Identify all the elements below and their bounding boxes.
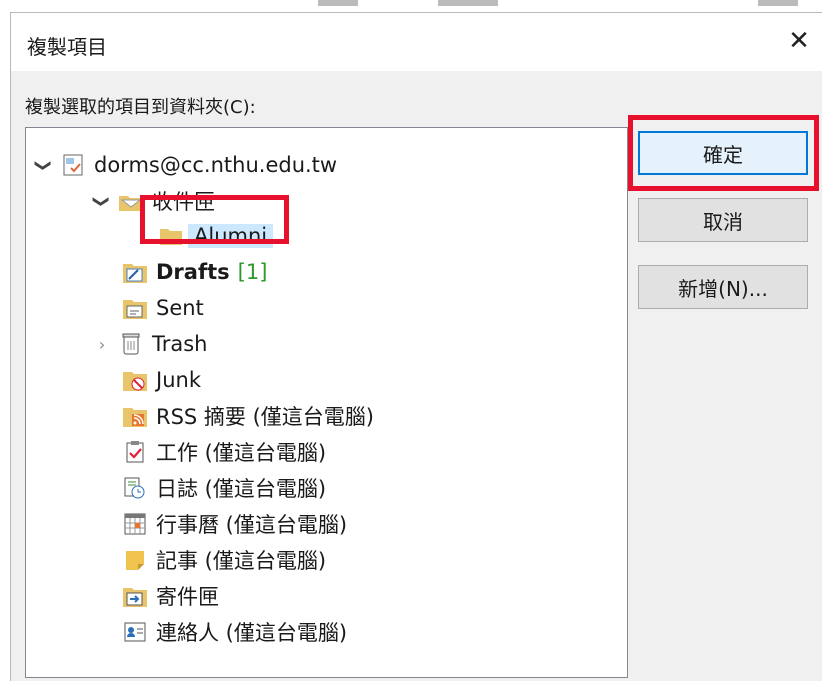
tree-item-drafts[interactable]: Drafts [1] [122,255,267,289]
background-strip [0,0,822,12]
folder-tree[interactable]: ❯ dorms@cc.nthu.edu.tw ❯ 收件匣 Alumni Draf… [25,127,628,678]
tree-item-label: 記事 (僅這台電腦) [156,549,327,573]
notes-icon [122,547,148,573]
highlight-box-alumni [140,195,289,244]
mailbox-account-icon [60,152,86,178]
junk-folder-icon [122,367,148,393]
chevron-down-icon[interactable]: ❯ [35,155,54,175]
tree-item-label: Trash [152,332,208,356]
tree-item-rss[interactable]: RSS 摘要 (僅這台電腦) [122,399,374,433]
tree-item-journal[interactable]: 日誌 (僅這台電腦) [122,471,326,505]
tree-item-junk[interactable]: Junk [122,363,201,397]
tree-item-sent[interactable]: Sent [122,291,204,325]
chevron-down-icon[interactable]: ❯ [93,191,112,211]
calendar-icon [122,511,148,537]
cancel-button[interactable]: 取消 [638,198,808,242]
tree-item-label: 工作 (僅這台電腦) [156,441,327,465]
trash-icon [118,331,144,357]
tree-item-contacts[interactable]: 連絡人 (僅這台電腦) [122,615,347,649]
tree-item-outbox[interactable]: 寄件匣 [122,579,219,613]
journal-icon [122,475,148,501]
sent-folder-icon [122,295,148,321]
new-folder-button[interactable]: 新增(N)... [638,265,808,309]
tree-item-tasks[interactable]: 工作 (僅這台電腦) [122,435,326,469]
tree-item-calendar[interactable]: 行事曆 (僅這台電腦) [122,507,347,541]
tree-item-label: 寄件匣 [156,585,219,609]
tree-item-trash[interactable]: › Trash [92,327,208,361]
background-fragment [758,0,798,6]
highlight-box-ok [628,115,819,191]
tasks-icon [122,439,148,465]
outbox-folder-icon [122,583,148,609]
tree-item-label: RSS 摘要 (僅這台電腦) [156,405,374,429]
tree-item-label: Junk [156,368,201,392]
background-fragment [318,0,358,6]
rss-folder-icon [122,403,148,429]
close-icon[interactable]: ✕ [781,23,817,59]
dialog-titlebar: 複製項目 ✕ [11,13,822,71]
tree-item-label: Drafts [156,260,230,284]
tree-item-label: 連絡人 (僅這台電腦) [156,621,348,645]
unread-count: [1] [237,260,268,284]
chevron-right-icon[interactable]: › [92,335,112,354]
tree-item-label: Sent [156,296,204,320]
folder-prompt-label: 複製選取的項目到資料夾(C): [25,97,256,118]
tree-item-notes[interactable]: 記事 (僅這台電腦) [122,543,326,577]
copy-items-dialog: 複製項目 ✕ 複製選取的項目到資料夾(C): ❯ dorms@cc.nthu.e… [10,12,822,681]
tree-item-label: dorms@cc.nthu.edu.tw [94,153,338,177]
contacts-icon [122,619,148,645]
drafts-folder-icon [122,259,148,285]
tree-item-account[interactable]: ❯ dorms@cc.nthu.edu.tw [34,148,338,182]
tree-item-label: 日誌 (僅這台電腦) [156,477,327,501]
background-fragment [438,0,498,6]
dialog-title: 複製項目 [27,35,107,59]
tree-item-label: 行事曆 (僅這台電腦) [156,513,348,537]
